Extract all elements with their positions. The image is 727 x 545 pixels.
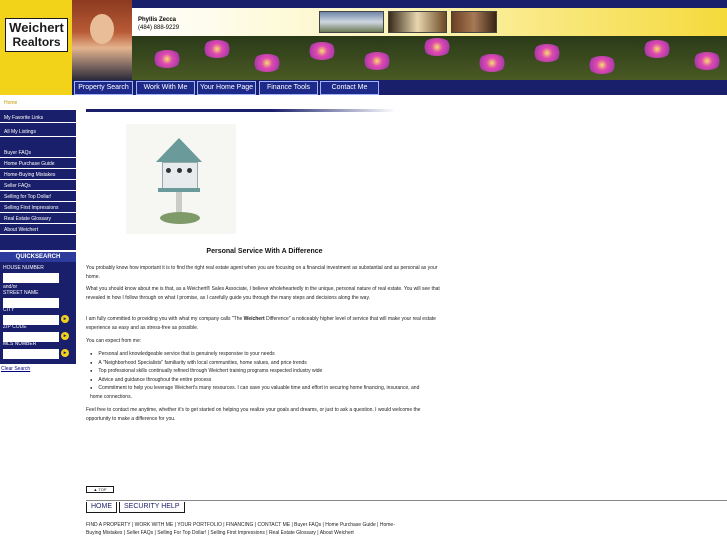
flower bbox=[152, 50, 182, 68]
birdhouse-roof bbox=[156, 138, 202, 162]
sidebar-item-all-listings[interactable]: All My Listings bbox=[0, 127, 76, 137]
sidebar-item-home[interactable]: Home bbox=[0, 95, 76, 111]
nav-your-home-page[interactable]: Your Home Page bbox=[197, 81, 256, 95]
mls-number-label: MLS NUMBER bbox=[3, 341, 37, 347]
birdhouse-hole bbox=[177, 168, 182, 173]
footer-security-help-link[interactable]: SECURITY HELP bbox=[119, 502, 185, 513]
up-arrow-icon: ▲ bbox=[93, 487, 98, 492]
nav-work-with-me[interactable]: Work With Me bbox=[136, 81, 195, 95]
house-photo-3 bbox=[451, 11, 497, 33]
footer-links[interactable]: FIND A PROPERTY | WORK WITH ME | YOUR PO… bbox=[86, 521, 396, 537]
list-item: Personal and knowledgeable service that … bbox=[90, 350, 430, 359]
street-name-label: STREET NAME bbox=[3, 290, 39, 296]
flower bbox=[202, 40, 232, 58]
agent-name: Phyllis Zecca bbox=[138, 17, 177, 23]
flower-banner-image bbox=[132, 36, 727, 80]
about-paragraph: What you should know about me is that, a… bbox=[86, 286, 440, 301]
weichert-logo[interactable]: Weichert Realtors bbox=[5, 18, 68, 52]
birdhouse-body bbox=[162, 162, 198, 190]
content-top-rule bbox=[86, 109, 396, 112]
flower bbox=[307, 42, 337, 60]
sidebar-item-first-impressions[interactable]: Selling First Impressions bbox=[0, 203, 76, 213]
intro-paragraph: You probably know how important it is to… bbox=[86, 265, 438, 280]
house-photo-1 bbox=[319, 11, 384, 33]
list-item: Commitment to help you leverage Weichert… bbox=[90, 384, 430, 401]
commitment-paragraph: I am fully committed to providing you wi… bbox=[86, 315, 442, 333]
house-photo-2 bbox=[388, 11, 447, 33]
house-number-label: HOUSE NUMBER bbox=[3, 265, 44, 271]
back-to-top-button[interactable]: ▲ TOP bbox=[86, 486, 114, 493]
page-title: Personal Service With A Difference bbox=[206, 248, 323, 255]
birdhouse-foliage bbox=[160, 212, 200, 224]
flower bbox=[642, 40, 672, 58]
agent-photo bbox=[72, 0, 132, 80]
birdhouse-hole bbox=[166, 168, 171, 173]
mls-go-icon[interactable]: ▸ bbox=[61, 349, 69, 357]
flower bbox=[532, 44, 562, 62]
list-item: Advice and guidance throughout the entir… bbox=[90, 376, 430, 385]
flower bbox=[587, 56, 617, 74]
flower bbox=[692, 52, 722, 70]
sidebar-item-glossary[interactable]: Real Estate Glossary bbox=[0, 214, 76, 224]
logo-area[interactable]: Weichert Realtors bbox=[0, 0, 72, 95]
sidebar-item-home-purchase-guide[interactable]: Home Purchase Guide bbox=[0, 159, 76, 169]
footer-tabs: HOME SECURITY HELP bbox=[86, 502, 187, 513]
flower bbox=[362, 52, 392, 70]
sidebar-item-selling-top-dollar[interactable]: Selling for Top Dollar! bbox=[0, 192, 76, 202]
house-number-input[interactable] bbox=[3, 273, 59, 283]
birdhouse-hole bbox=[187, 168, 192, 173]
nav-finance-tools[interactable]: Finance Tools bbox=[259, 81, 318, 95]
commitment-text-a: I am fully committed to providing you wi… bbox=[86, 316, 244, 322]
agent-phone: (484) 888-9229 bbox=[138, 25, 180, 31]
top-label: TOP bbox=[98, 487, 107, 492]
footer-home-link[interactable]: HOME bbox=[86, 502, 117, 513]
city-label: CITY bbox=[3, 307, 15, 313]
sidebar-item-home-buying-mistakes[interactable]: Home-Buying Mistakes bbox=[0, 170, 76, 180]
sidebar-item-buyer-faqs[interactable]: Buyer FAQs bbox=[0, 148, 76, 158]
nav-property-search[interactable]: Property Search bbox=[74, 81, 133, 95]
contact-paragraph: Feel free to contact me anytime, whether… bbox=[86, 407, 421, 422]
list-item: Top professional skills continually refi… bbox=[90, 367, 430, 376]
footer-rule bbox=[86, 500, 727, 501]
zip-code-label: ZIP CODE bbox=[3, 324, 27, 330]
expect-paragraph: You can expect from me: bbox=[86, 338, 142, 344]
weichert-bold: Weichert bbox=[243, 316, 265, 322]
flower bbox=[422, 38, 452, 56]
flower bbox=[252, 54, 282, 72]
mls-number-input[interactable] bbox=[3, 349, 59, 359]
city-go-icon[interactable]: ▸ bbox=[61, 315, 69, 323]
sidebar-item-seller-faqs[interactable]: Seller FAQs bbox=[0, 181, 76, 191]
sidebar-item-about-weichert[interactable]: About Weichert bbox=[0, 225, 76, 235]
birdhouse-image bbox=[126, 124, 236, 234]
logo-line2: Realtors bbox=[12, 35, 61, 49]
flower bbox=[477, 54, 507, 72]
agent-face bbox=[90, 14, 114, 44]
nav-contact-me[interactable]: Contact Me bbox=[320, 81, 379, 95]
list-item: A "Neighborhood Specialists" familiarity… bbox=[90, 359, 430, 368]
clear-search-link[interactable]: Clear Search bbox=[1, 366, 30, 372]
header-top-band bbox=[132, 0, 727, 8]
service-bullet-list: Personal and knowledgeable service that … bbox=[90, 350, 430, 401]
zip-go-icon[interactable]: ▸ bbox=[61, 332, 69, 340]
quick-search-title: QUICKSEARCH bbox=[0, 252, 76, 262]
logo-line1: Weichert bbox=[9, 20, 64, 35]
sidebar-item-favorite-links[interactable]: My Favorite Links bbox=[0, 113, 76, 123]
